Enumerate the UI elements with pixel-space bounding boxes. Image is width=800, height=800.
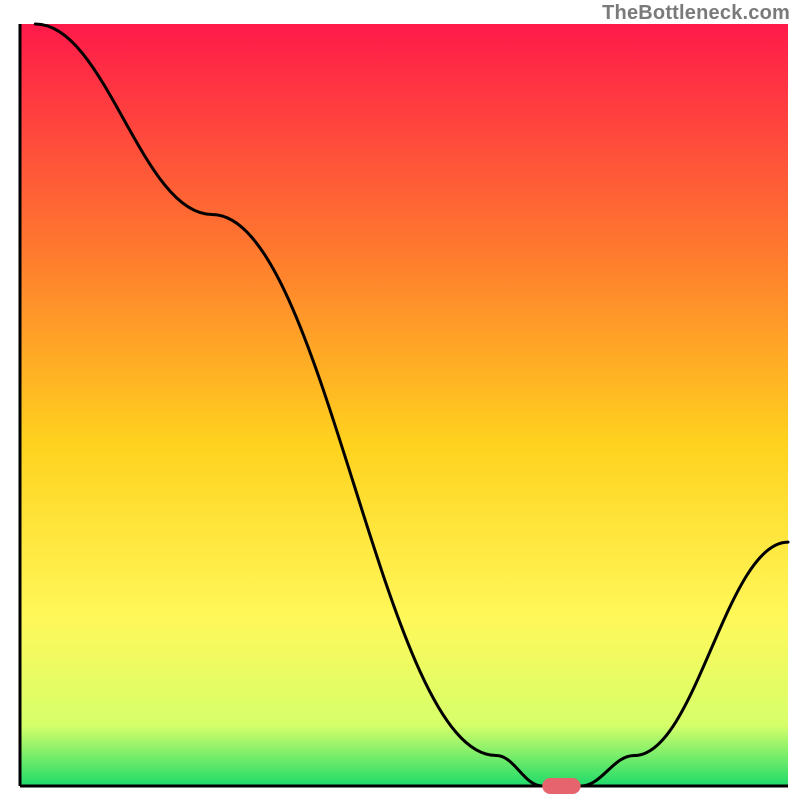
chart-svg bbox=[0, 0, 800, 800]
watermark-text: TheBottleneck.com bbox=[602, 2, 790, 25]
chart-container: TheBottleneck.com bbox=[0, 0, 800, 800]
optimum-marker bbox=[542, 778, 580, 794]
